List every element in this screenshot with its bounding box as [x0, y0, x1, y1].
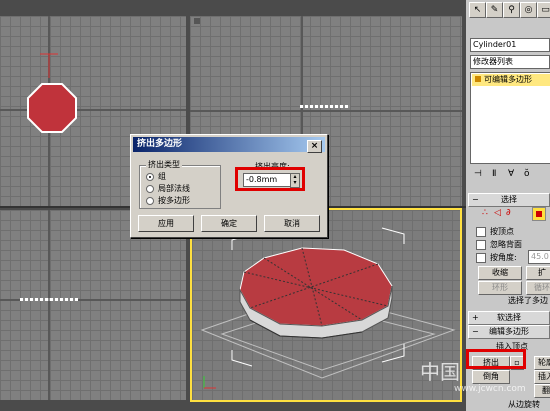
- ignore-backfacing-checkbox[interactable]: [476, 240, 486, 250]
- selection-rollout-header[interactable]: − 选择: [468, 193, 550, 207]
- display-tab-icon[interactable]: ▭: [537, 2, 550, 18]
- remove-modifier-icon[interactable]: ŏ: [524, 169, 530, 179]
- viewport-left[interactable]: [0, 210, 186, 400]
- height-highlight: [235, 167, 305, 191]
- angle-field[interactable]: 45.0: [528, 250, 550, 264]
- option-local-normal-label: 局部法线: [158, 184, 190, 193]
- hinge-from-edge-label[interactable]: 从边旋转: [508, 399, 540, 410]
- soft-selection-rollout-header[interactable]: + 软选择: [468, 311, 550, 325]
- vertex-icon[interactable]: ∴: [482, 208, 488, 218]
- grow-button[interactable]: 扩: [526, 266, 550, 280]
- modifier-list-dropdown[interactable]: 修改器列表: [470, 55, 550, 69]
- by-vertex-label: 按顶点: [490, 227, 514, 236]
- front-view-object-edge: [300, 105, 350, 108]
- extrusion-type-label: 挤出类型: [146, 160, 182, 170]
- by-angle-label: 按角度:: [490, 253, 517, 262]
- ignore-backfacing-label: 忽略背面: [490, 240, 522, 249]
- radio-by-polygon[interactable]: [146, 197, 154, 205]
- extrude-polygons-dialog: 挤出多边形 × 挤出类型 组 局部法线 按多边形 挤出高度: -0.8mm ▴ ▾…: [130, 134, 328, 238]
- radio-group[interactable]: [146, 173, 154, 181]
- by-vertex-checkbox[interactable]: [476, 227, 486, 237]
- border-icon[interactable]: ∂: [506, 208, 511, 218]
- object-name-field[interactable]: Cylinder01: [470, 38, 550, 52]
- modify-tab-icon[interactable]: ✎: [486, 2, 503, 18]
- watermark-url: www.jcwcn.com: [454, 384, 526, 394]
- close-icon[interactable]: ×: [307, 140, 322, 153]
- ok-button[interactable]: 确定: [201, 215, 257, 232]
- by-angle-checkbox[interactable]: [476, 253, 486, 263]
- option-group-label: 组: [158, 172, 166, 181]
- watermark: 中国 www.jcwcn.com: [420, 356, 550, 400]
- shrink-button[interactable]: 收缩: [478, 266, 522, 280]
- extrusion-type-group: 挤出类型 组 局部法线 按多边形: [139, 160, 221, 209]
- polygon-icon[interactable]: [532, 207, 546, 221]
- edge-icon[interactable]: ◁: [494, 208, 501, 218]
- loop-button[interactable]: 循环: [526, 281, 550, 295]
- selection-info: 选择了多边: [508, 296, 548, 305]
- stack-tools: ⊣ Ⅱ ∀ ŏ: [470, 168, 550, 182]
- left-view-object-edge: [20, 298, 78, 301]
- modifier-bullet-icon: [475, 76, 481, 82]
- motion-tab-icon[interactable]: ◎: [520, 2, 537, 18]
- left-view-drawing: [0, 210, 186, 400]
- show-end-result-icon[interactable]: Ⅱ: [492, 169, 496, 179]
- dialog-title: 挤出多边形: [137, 139, 183, 149]
- watermark-text: 中国: [420, 360, 460, 384]
- apply-button[interactable]: 应用: [138, 215, 194, 232]
- subobject-level-icons: ∴ ◁ ∂: [482, 207, 550, 222]
- cancel-button[interactable]: 取消: [264, 215, 320, 232]
- hierarchy-tab-icon[interactable]: ⚲: [503, 2, 520, 18]
- ring-button[interactable]: 环形: [478, 281, 522, 295]
- modifier-stack-item[interactable]: 可编辑多边形: [472, 74, 550, 86]
- modifier-stack[interactable]: 可编辑多边形: [470, 72, 550, 164]
- edit-polygons-rollout-header[interactable]: − 编辑多边形: [468, 325, 550, 339]
- grid-marker-icon: [194, 18, 200, 24]
- radio-local-normal[interactable]: [146, 185, 154, 193]
- pin-stack-icon[interactable]: ⊣: [474, 169, 482, 179]
- make-unique-icon[interactable]: ∀: [508, 169, 514, 179]
- option-by-polygon-label: 按多边形: [158, 196, 190, 205]
- dialog-title-bar[interactable]: 挤出多边形 ×: [133, 137, 325, 153]
- create-tab-icon[interactable]: ↖: [469, 2, 486, 18]
